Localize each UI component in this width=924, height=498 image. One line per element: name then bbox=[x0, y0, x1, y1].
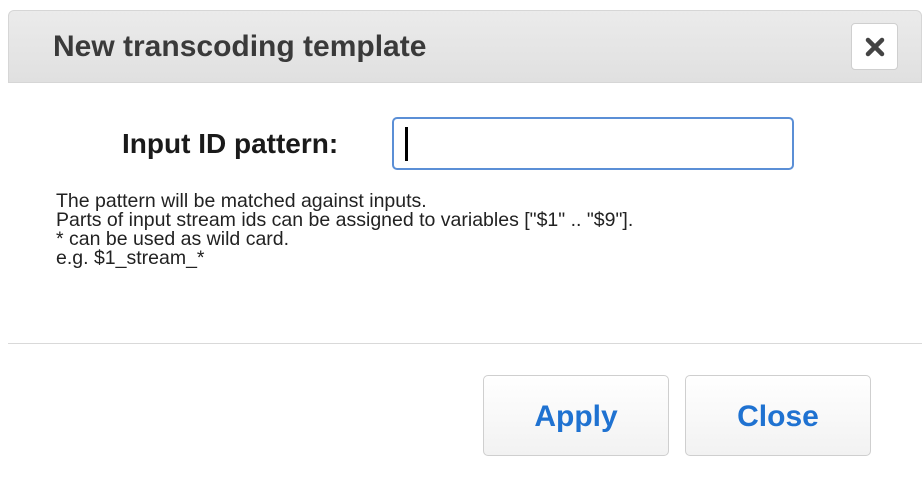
footer-divider bbox=[8, 343, 922, 344]
help-line: e.g. $1_stream_* bbox=[56, 247, 205, 269]
input-id-pattern-label: Input ID pattern: bbox=[122, 128, 339, 159]
text-caret bbox=[405, 127, 408, 161]
close-dialog-button[interactable] bbox=[851, 23, 898, 70]
dialog-titlebar: New transcoding template bbox=[8, 10, 922, 83]
close-x-icon bbox=[865, 37, 885, 57]
dialog-title: New transcoding template bbox=[53, 30, 427, 63]
transcoding-template-dialog: New transcoding template Input ID patter… bbox=[0, 0, 924, 498]
help-text: The pattern will be matched against inpu… bbox=[56, 191, 633, 269]
close-button[interactable]: Close bbox=[685, 375, 871, 456]
input-id-pattern-field[interactable] bbox=[392, 117, 794, 170]
apply-button[interactable]: Apply bbox=[483, 375, 669, 456]
